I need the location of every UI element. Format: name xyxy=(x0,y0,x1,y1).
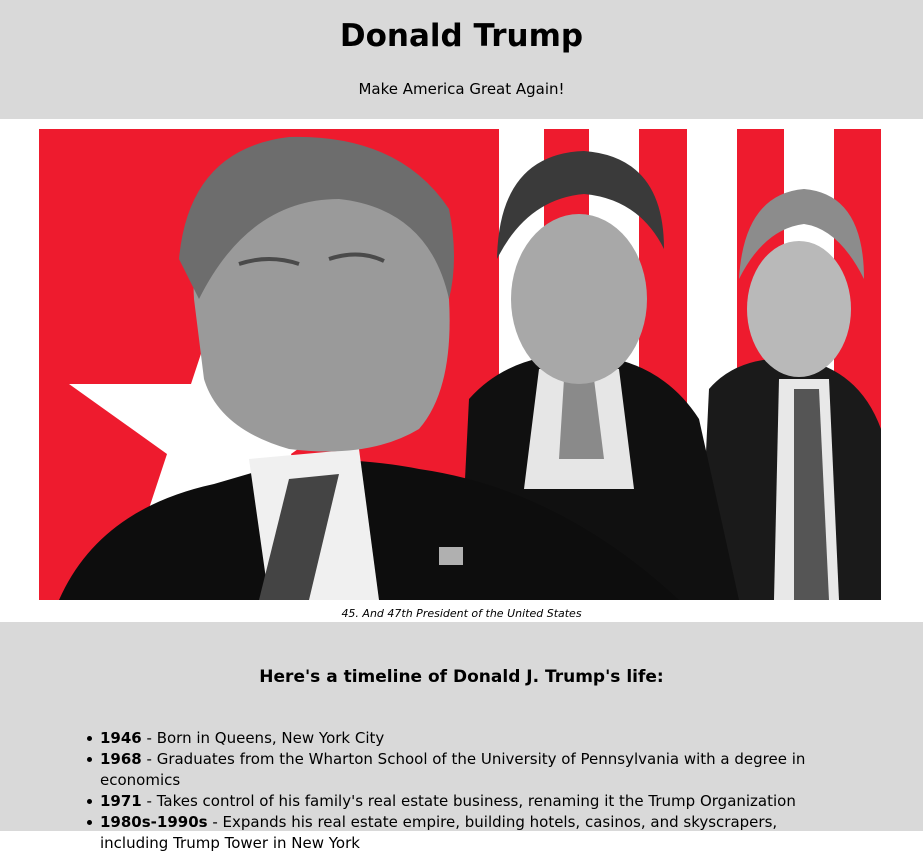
timeline-item: 1980s-1990s - Expands his real estate em… xyxy=(87,812,840,854)
image-caption: 45. And 47th President of the United Sta… xyxy=(341,607,582,620)
page-title: Donald Trump xyxy=(339,18,584,54)
timeline-text: - Graduates from the Wharton School of t… xyxy=(100,750,806,789)
timeline-text: - Takes control of his family's real est… xyxy=(141,792,796,810)
timeline-list: 1946 - Born in Queens, New York City 196… xyxy=(0,728,840,854)
timeline-year: 1971 xyxy=(100,792,142,810)
timeline-year: 1980s-1990s xyxy=(100,813,208,831)
timeline-item: 1968 - Graduates from the Wharton School… xyxy=(87,749,840,791)
portrait-collage xyxy=(39,129,881,600)
timeline-year: 1946 xyxy=(100,729,142,747)
timeline-section: Here's a timeline of Donald J. Trump's l… xyxy=(0,622,923,852)
page-tagline: Make America Great Again! xyxy=(358,80,565,98)
hero-image xyxy=(39,129,881,600)
timeline-year: 1968 xyxy=(100,750,142,768)
timeline-item: 1971 - Takes control of his family's rea… xyxy=(87,791,840,812)
timeline-text: - Born in Queens, New York City xyxy=(141,729,385,747)
timeline-heading: Here's a timeline of Donald J. Trump's l… xyxy=(259,667,664,687)
timeline-item: 1946 - Born in Queens, New York City xyxy=(87,728,840,749)
page-header: Donald Trump Make America Great Again! xyxy=(0,0,923,119)
